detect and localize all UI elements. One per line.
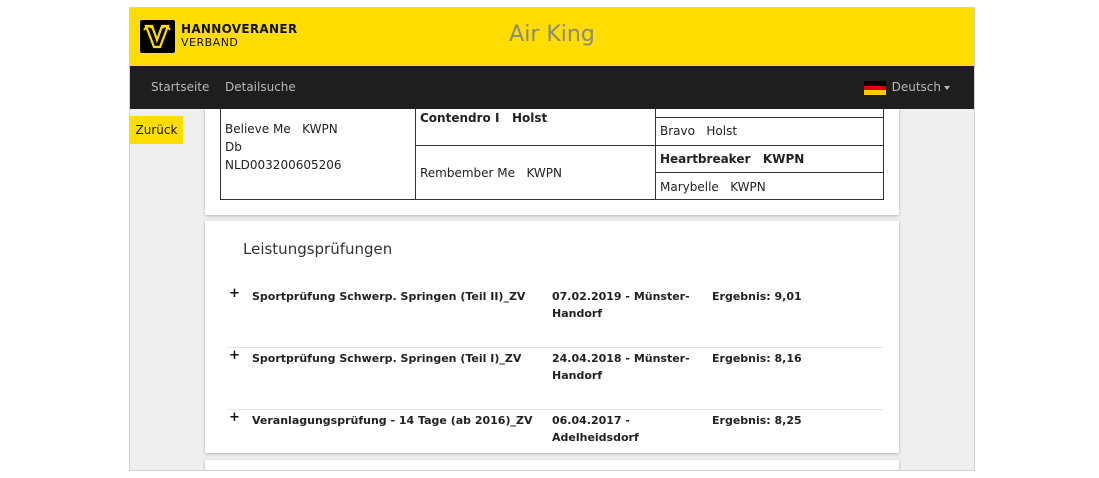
pedigree-g-dam-sire[interactable]: Heartbreaker KWPN (660, 152, 804, 166)
page-title: Air King (509, 22, 595, 47)
navbar: Startseite Detailsuche Deutsch (130, 66, 974, 109)
language-label: Deutsch (891, 80, 941, 94)
dam-id: NLD003200605206 (225, 158, 342, 172)
header: HANNOVERANER VERBAND Air King (130, 8, 974, 66)
pedigree-table: Believe Me KWPN Db NLD003200605206 Conte… (220, 109, 884, 200)
test-name: Sportprüfung Schwerp. Springen (Teil II)… (252, 290, 526, 303)
pedigree-dam-dam[interactable]: Rembember Me KWPN (420, 166, 562, 180)
app-window: HANNOVERANER VERBAND Air King Startseite… (129, 7, 975, 471)
caret-down-icon (944, 85, 950, 90)
dam-line2: Db (225, 140, 242, 154)
back-button[interactable]: Zurück (130, 116, 183, 144)
performance-card: Leistungsprüfungen + Sportprüfung Schwer… (205, 221, 899, 453)
test-name: Veranlagungsprüfung - 14 Tage (ab 2016)_… (252, 414, 533, 427)
pedigree-card: Believe Me KWPN Db NLD003200605206 Conte… (205, 109, 899, 215)
next-card (205, 460, 899, 470)
performance-row[interactable]: + Sportprüfung Schwerp. Springen (Teil I… (227, 286, 883, 348)
test-date-place: 07.02.2019 - Münster-Handorf (552, 290, 690, 320)
test-name: Sportprüfung Schwerp. Springen (Teil I)_… (252, 352, 522, 365)
test-result: Ergebnis: 8,25 (712, 414, 802, 427)
test-result: Ergebnis: 8,16 (712, 352, 802, 365)
test-date-place: 24.04.2018 - Münster-Handorf (552, 352, 690, 382)
nav-startseite[interactable]: Startseite (151, 80, 209, 94)
language-dropdown[interactable]: Deutsch (863, 80, 950, 95)
performance-row[interactable]: + Sportprüfung Schwerp. Springen (Teil I… (227, 348, 883, 410)
nav-detailsuche[interactable]: Detailsuche (225, 80, 296, 94)
german-flag-icon (863, 81, 886, 95)
pedigree-dam-sire[interactable]: Contendro I Holst (420, 111, 547, 125)
dam-name: Believe Me KWPN (225, 122, 338, 136)
pedigree-g-sire-dam[interactable]: Bravo Holst (660, 124, 737, 138)
section-title: Leistungsprüfungen (243, 240, 393, 258)
plus-icon[interactable]: + (229, 348, 240, 363)
pedigree-g-dam-dam[interactable]: Marybelle KWPN (660, 180, 766, 194)
pedigree-dam[interactable]: Believe Me KWPN Db NLD003200605206 (225, 120, 342, 174)
plus-icon[interactable]: + (229, 286, 240, 301)
test-date-place: 06.04.2017 - Adelheidsdorf (552, 414, 639, 444)
plus-icon[interactable]: + (229, 410, 240, 425)
test-result: Ergebnis: 9,01 (712, 290, 802, 303)
